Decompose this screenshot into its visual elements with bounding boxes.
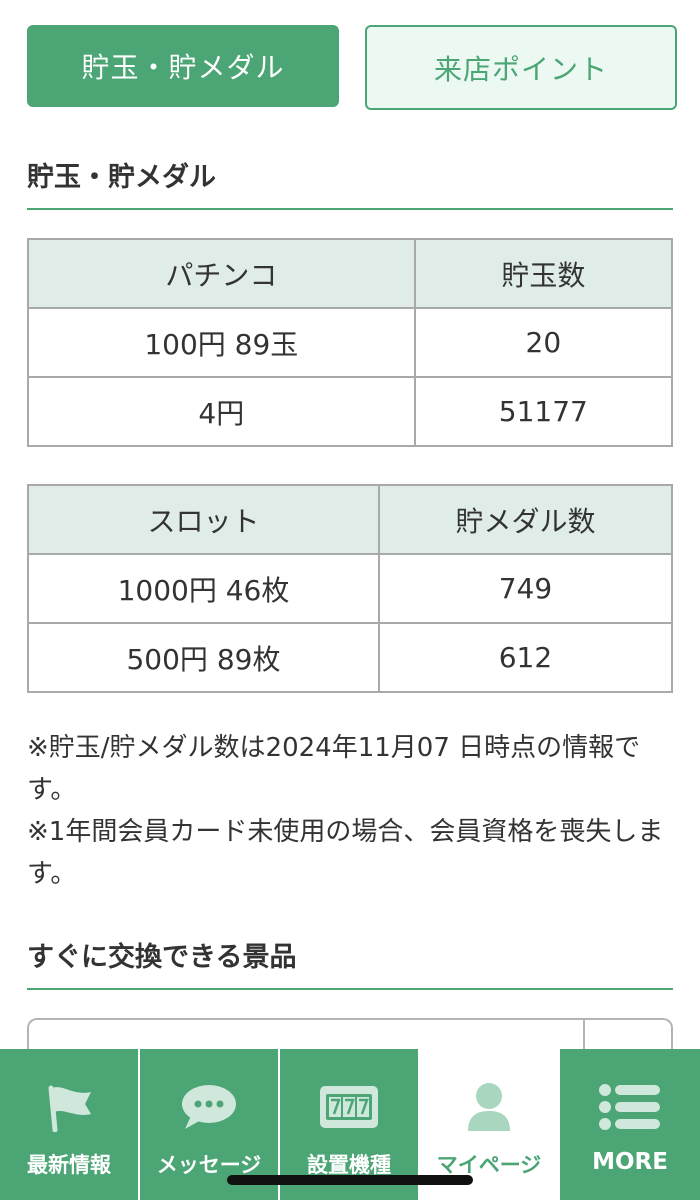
tab-visit-points[interactable]: 来店ポイント [365,25,677,110]
table-cell: 1000円 46枚 [27,553,380,624]
section-title-savings: 貯玉・貯メダル [27,155,673,210]
table-row: 500円 89枚 612 [27,622,674,693]
table-row: 4円 51177 [27,376,674,447]
column-header: パチンコ [27,238,416,309]
home-indicator [227,1175,473,1185]
table-cell: 500円 89枚 [27,622,380,693]
nav-label: 最新情報 [27,1153,111,1177]
chat-bubble-icon [174,1079,244,1135]
nav-item-more[interactable]: MORE [560,1049,700,1200]
slot-table: スロット 貯メダル数 1000円 46枚 749 500円 89枚 612 [27,484,674,693]
slot-machine-icon [314,1079,384,1135]
table-cell: 612 [377,622,674,693]
pachinko-table: パチンコ 貯玉数 100円 89玉 20 4円 51177 [27,238,674,447]
table-cell: 4円 [27,376,416,447]
menu-list-icon [595,1079,665,1135]
tab-savings[interactable]: 貯玉・貯メダル [27,25,339,107]
section-title-prizes: すぐに交換できる景品 [27,935,673,990]
person-icon [454,1079,524,1135]
column-header: スロット [27,484,380,555]
table-row: 100円 89玉 20 [27,307,674,378]
note-data-date: ※貯玉/貯メダル数は2024年11月07 日時点の情報です。 [27,733,641,805]
column-header: 貯玉数 [413,238,674,309]
table-cell: 100円 89玉 [27,307,416,378]
column-header: 貯メダル数 [377,484,674,555]
table-cell: 20 [413,307,674,378]
table-header-row: スロット 貯メダル数 [27,484,674,555]
nav-label: MORE [592,1149,668,1175]
table-cell: 749 [377,553,674,624]
flag-icon [34,1079,104,1135]
nav-item-news[interactable]: 最新情報 [0,1049,140,1200]
note-membership-expiry: ※1年間会員カード未使用の場合、会員資格を喪失します。 [27,817,664,889]
table-row: 1000円 46枚 749 [27,553,674,624]
my-page-screen: 貯玉・貯メダル 来店ポイント 貯玉・貯メダル パチンコ 貯玉数 100円 89玉… [0,0,700,1200]
table-header-row: パチンコ 貯玉数 [27,238,674,309]
table-cell: 51177 [413,376,674,447]
